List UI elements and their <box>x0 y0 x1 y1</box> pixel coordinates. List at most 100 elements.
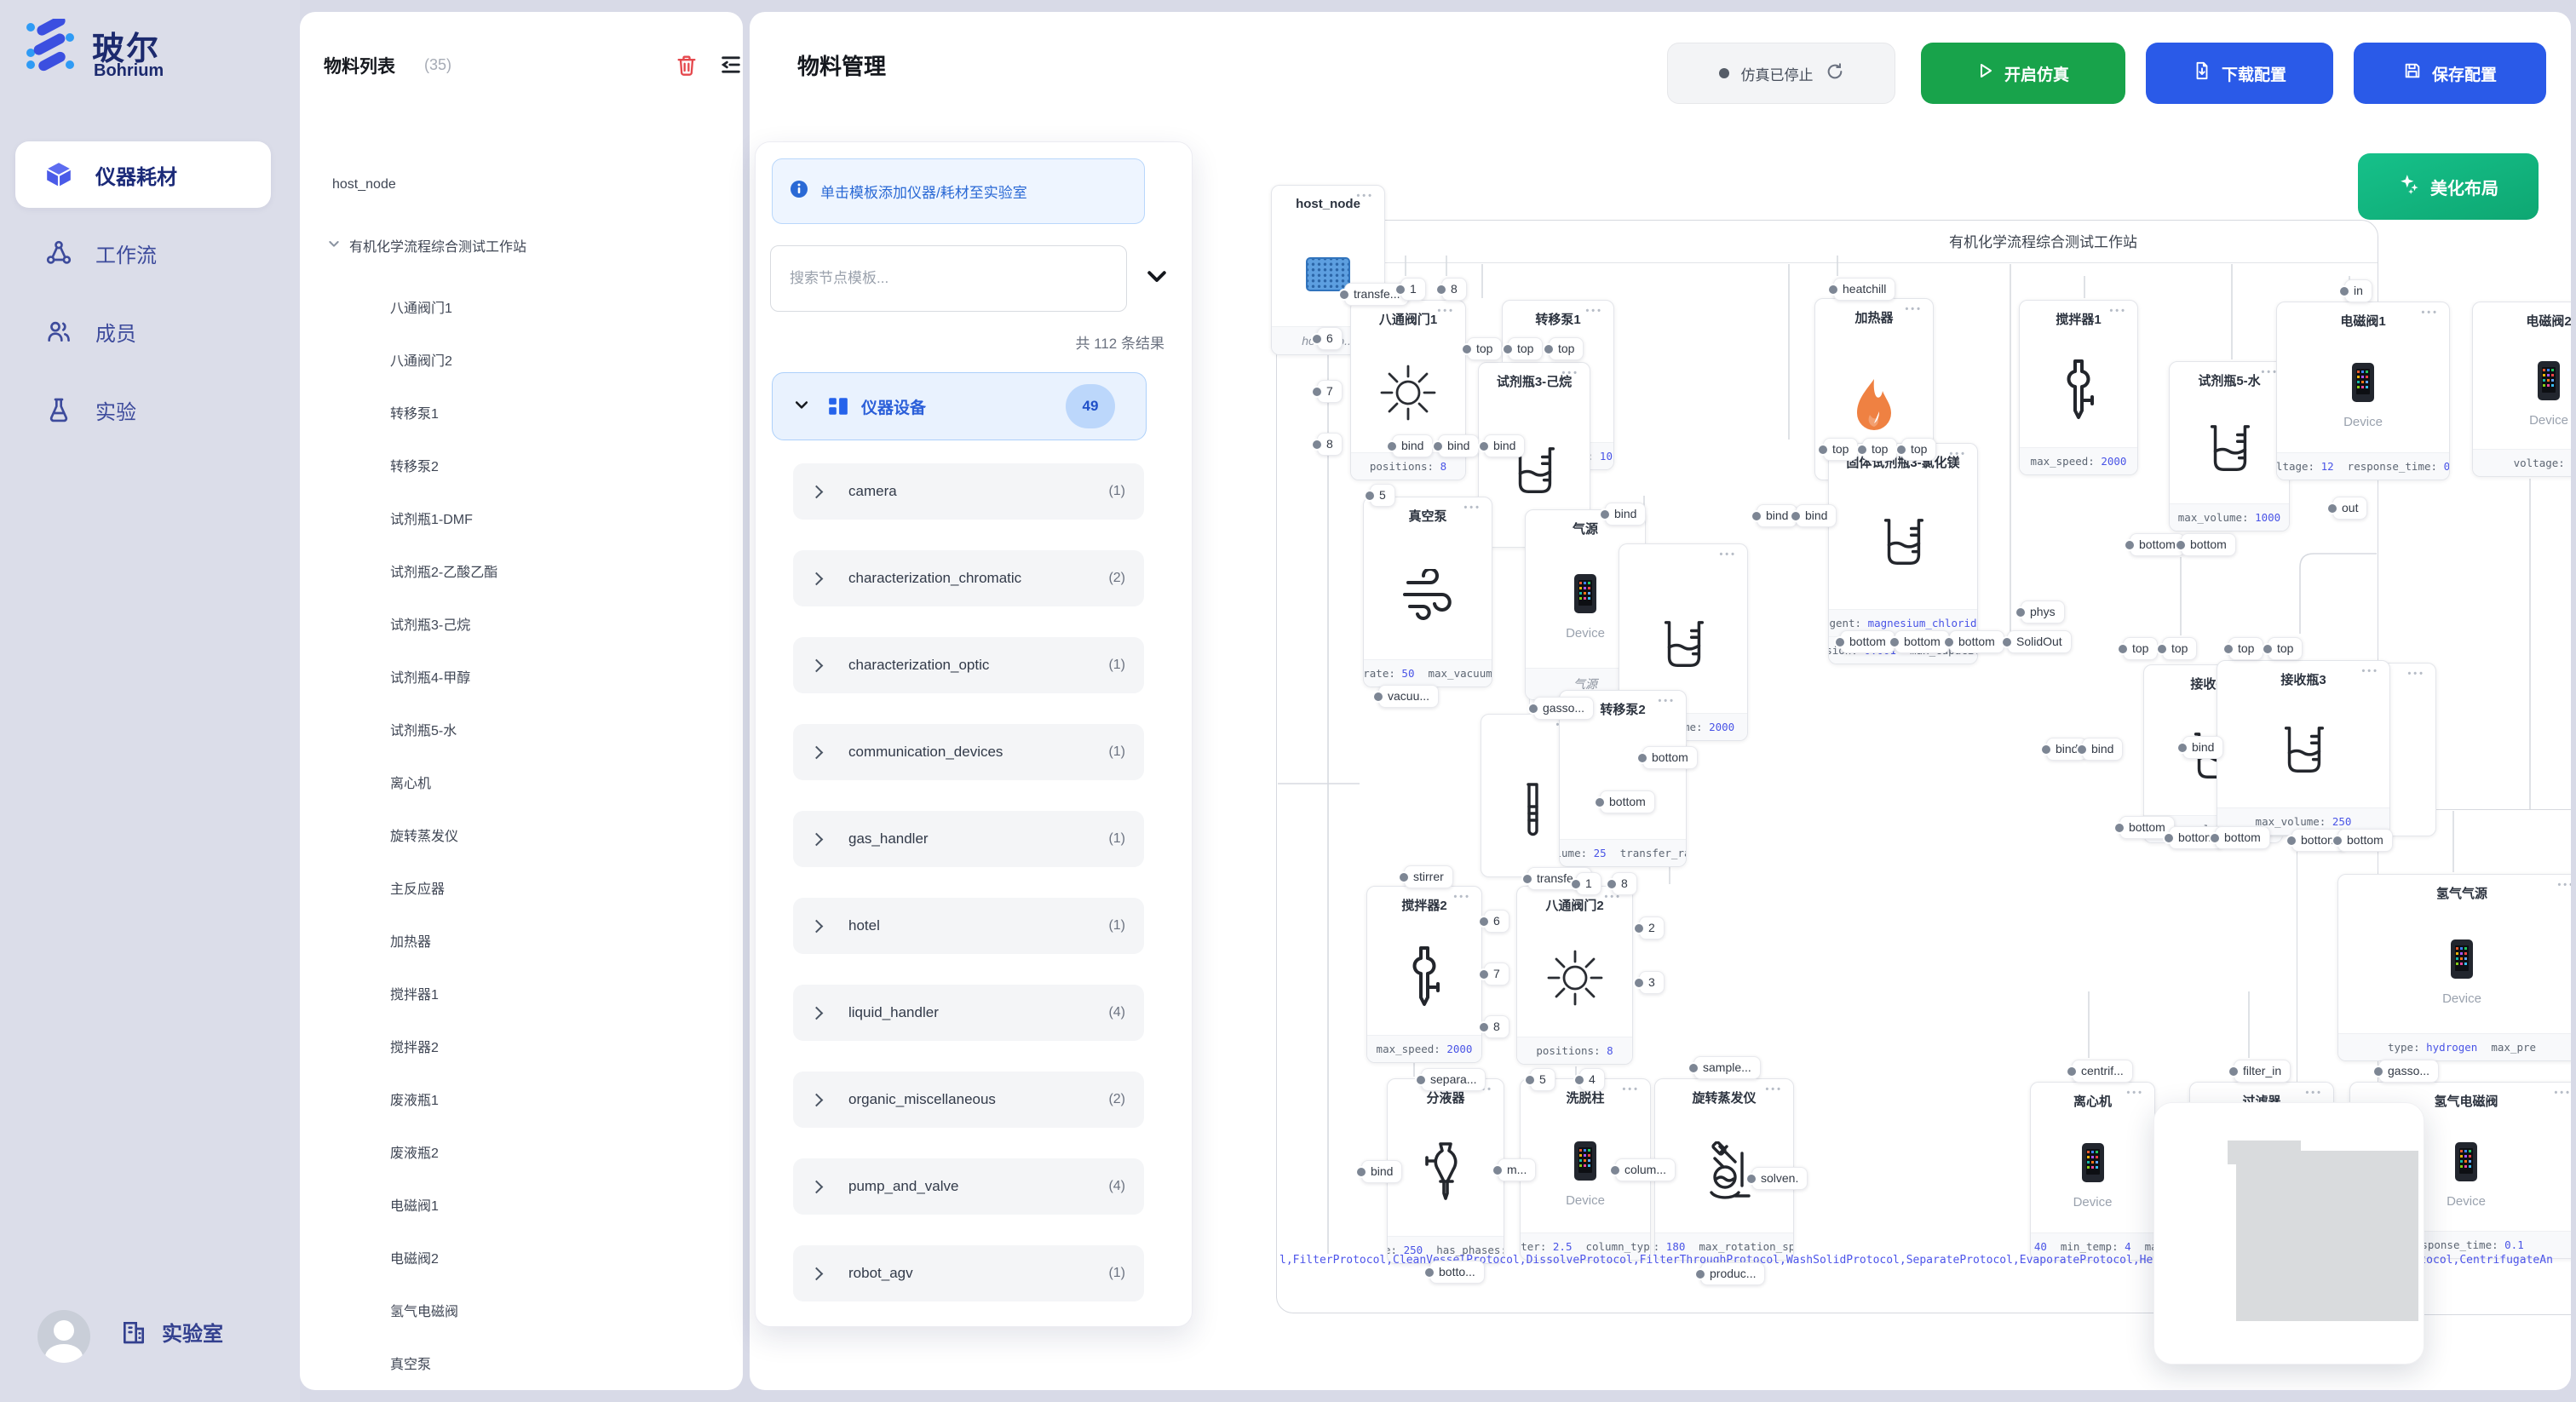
template-item-gas_handler[interactable]: gas_handler(1) <box>793 811 1144 867</box>
port-chip[interactable]: 7 <box>1317 380 1343 403</box>
sidebar-item-laboratory[interactable]: 实验室 <box>119 1317 223 1347</box>
port-chip[interactable]: phys <box>2021 600 2065 623</box>
tree-item[interactable]: 主反应器 <box>390 877 445 898</box>
port-chip[interactable]: top <box>1549 337 1584 360</box>
node-menu-icon[interactable]: ••• <box>2305 1088 2323 1098</box>
template-item-communication_devices[interactable]: communication_devices(1) <box>793 724 1144 780</box>
tree-item[interactable]: 试剂瓶5-水 <box>390 719 457 739</box>
port-chip[interactable]: 8 <box>1441 278 1467 301</box>
port-chip[interactable]: 8 <box>1317 433 1343 456</box>
tree-item[interactable]: 试剂瓶4-甲醇 <box>390 666 470 687</box>
port-chip[interactable]: solven. <box>1751 1167 1808 1190</box>
port-chip[interactable]: top <box>1508 337 1543 360</box>
port-chip[interactable]: 2 <box>1639 916 1665 939</box>
port-chip[interactable]: 8 <box>1484 1015 1509 1038</box>
template-item-hotel[interactable]: hotel(1) <box>793 898 1144 954</box>
port-chip[interactable]: bind <box>1484 434 1525 457</box>
trash-icon[interactable] <box>675 53 699 77</box>
node-menu-icon[interactable]: ••• <box>2361 666 2379 676</box>
node-menu-icon[interactable]: ••• <box>1463 503 1481 513</box>
port-chip[interactable]: bind <box>2082 738 2123 761</box>
port-chip[interactable]: bind <box>1796 504 1837 527</box>
canvas-node-valve2[interactable]: 八通阀门2•••positions: 8 <box>1516 886 1633 1065</box>
node-menu-icon[interactable]: ••• <box>1719 549 1737 560</box>
port-chip[interactable]: m... <box>1498 1158 1536 1181</box>
canvas-node-evalve1[interactable]: 电磁阀1•••Devicevoltage: 12response_time: 0… <box>2276 302 2450 480</box>
canvas-node-sep[interactable]: 分液器•••volume: 250has_phases: true <box>1387 1078 1504 1264</box>
node-menu-icon[interactable]: ••• <box>2554 1088 2571 1098</box>
template-item-characterization_optic[interactable]: characterization_optic(1) <box>793 637 1144 693</box>
port-chip[interactable]: 8 <box>1612 872 1637 895</box>
port-chip[interactable]: produc... <box>1700 1262 1765 1285</box>
refresh-icon[interactable] <box>1826 62 1844 85</box>
port-chip[interactable]: bind <box>1605 503 1646 526</box>
node-menu-icon[interactable]: ••• <box>1356 191 1374 201</box>
chevron-down-icon[interactable] <box>327 237 341 255</box>
port-chip[interactable]: filter_in <box>2234 1060 2291 1083</box>
port-chip[interactable]: bottom <box>1642 746 1698 769</box>
template-item-liquid_handler[interactable]: liquid_handler(4) <box>793 985 1144 1041</box>
tree-item[interactable]: 电磁阀2 <box>390 1247 439 1267</box>
collapse-list-icon[interactable] <box>719 53 743 77</box>
port-chip[interactable]: bind <box>2182 736 2223 759</box>
tree-item-host-node[interactable]: host_node <box>332 177 396 192</box>
canvas-node-evalve2[interactable]: 电磁阀2•••Devicevoltage: 12 <box>2472 302 2571 477</box>
template-item-robot_agv[interactable]: robot_agv(1) <box>793 1245 1144 1301</box>
beautify-layout-button[interactable]: 美化布局 <box>2358 153 2539 220</box>
tree-item[interactable]: 八通阀门2 <box>390 349 452 370</box>
node-menu-icon[interactable]: ••• <box>2126 1088 2144 1098</box>
node-menu-icon[interactable]: ••• <box>1658 696 1676 706</box>
port-chip[interactable]: 4 <box>1579 1068 1605 1091</box>
template-item-pump_and_valve[interactable]: pump_and_valve(4) <box>793 1158 1144 1215</box>
node-menu-icon[interactable]: ••• <box>2557 880 2571 890</box>
tree-item[interactable]: 试剂瓶3-己烷 <box>390 613 470 634</box>
port-chip[interactable]: bottom <box>2215 826 2270 849</box>
tree-item[interactable]: 八通阀门1 <box>390 296 452 317</box>
canvas-node-vacuum[interactable]: 真空泵•••pump_rate: 50max_vacuum: 0.1 <box>1363 497 1492 687</box>
minimap[interactable] <box>2153 1102 2424 1365</box>
canvas-node-stirrer2[interactable]: 搅拌器2•••max_speed: 2000 <box>1366 886 1482 1063</box>
port-chip[interactable]: bottom <box>2337 829 2393 852</box>
port-chip[interactable]: 7 <box>1484 962 1509 985</box>
port-chip[interactable]: bind <box>1392 434 1433 457</box>
category-instruments[interactable]: 仪器设备 49 <box>772 372 1147 440</box>
tree-item[interactable]: 旋转蒸发仪 <box>390 825 458 845</box>
port-chip[interactable]: colum... <box>1615 1158 1676 1181</box>
port-chip[interactable]: top <box>2162 637 2197 660</box>
port-chip[interactable]: top <box>1823 438 1858 461</box>
port-chip[interactable]: botto... <box>1429 1261 1485 1284</box>
sidebar-item-experiments[interactable]: 实验 <box>15 376 271 443</box>
tree-item[interactable]: 废液瓶2 <box>390 1141 439 1162</box>
sidebar-item-workflow[interactable]: 工作流 <box>15 220 271 286</box>
port-chip[interactable]: centrif... <box>2072 1060 2133 1083</box>
tree-item[interactable]: 电磁阀1 <box>390 1194 439 1215</box>
port-chip[interactable]: bind <box>1438 434 1479 457</box>
port-chip[interactable]: top <box>2268 637 2303 660</box>
port-chip[interactable]: 5 <box>1530 1068 1555 1091</box>
port-chip[interactable]: out <box>2332 497 2367 520</box>
tree-item-workstation[interactable]: 有机化学流程综合测试工作站 <box>327 235 526 256</box>
tree-item[interactable]: 搅拌器1 <box>390 983 439 1003</box>
port-chip[interactable]: SolidOut <box>2007 630 2072 653</box>
tree-item[interactable]: 试剂瓶2-乙酸乙酯 <box>390 560 497 581</box>
port-chip[interactable]: 1 <box>1400 278 1426 301</box>
port-chip[interactable]: top <box>2123 637 2158 660</box>
node-menu-icon[interactable]: ••• <box>2407 669 2425 679</box>
port-chip[interactable]: bottom <box>1840 630 1895 653</box>
port-chip[interactable]: separa... <box>1421 1068 1486 1091</box>
tree-item[interactable]: 真空泵 <box>390 1353 431 1373</box>
tree-item[interactable]: 转移泵2 <box>390 455 439 475</box>
node-menu-icon[interactable]: ••• <box>1622 1084 1640 1095</box>
sidebar-item-members[interactable]: 成员 <box>15 298 271 365</box>
node-menu-icon[interactable]: ••• <box>2109 306 2127 316</box>
port-chip[interactable]: 6 <box>1484 910 1509 933</box>
template-item-camera[interactable]: camera(1) <box>793 463 1144 520</box>
tree-item[interactable]: 加热器 <box>390 930 431 951</box>
node-menu-icon[interactable]: ••• <box>2421 307 2439 318</box>
download-config-button[interactable]: 下载配置 <box>2146 43 2333 104</box>
port-chip[interactable]: gasso... <box>2378 1060 2439 1083</box>
node-menu-icon[interactable]: ••• <box>1949 449 1967 459</box>
port-chip[interactable]: 6 <box>1317 327 1343 350</box>
template-item-characterization_chromatic[interactable]: characterization_chromatic(2) <box>793 550 1144 606</box>
port-chip[interactable]: bottom <box>1600 790 1655 813</box>
